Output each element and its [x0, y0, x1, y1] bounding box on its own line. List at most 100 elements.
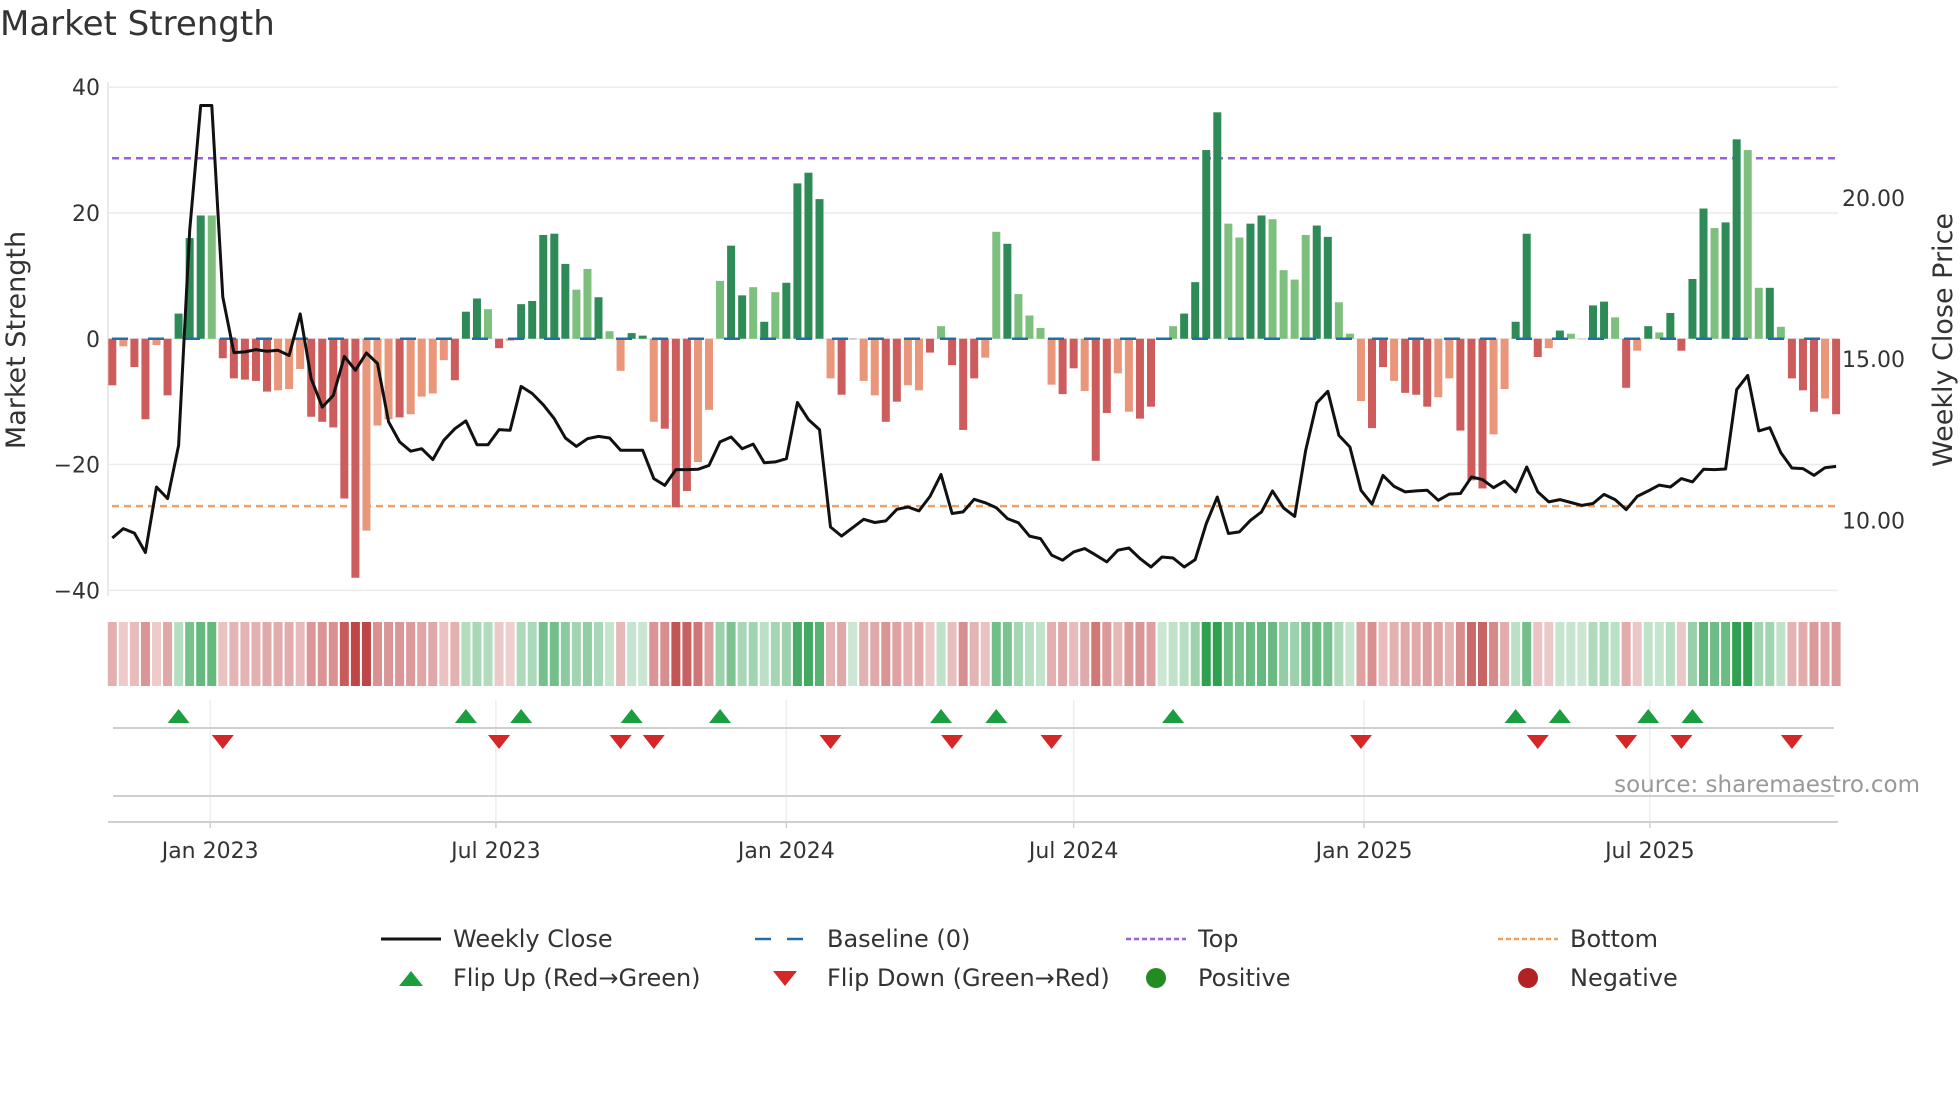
flip-down-marker — [941, 735, 964, 749]
y2-tick-label: 15.00 — [1842, 348, 1905, 373]
flip-down-marker — [211, 735, 234, 749]
strength-bar — [959, 338, 968, 430]
heat-strip-cell — [527, 622, 537, 686]
heat-strip-cell — [892, 622, 902, 686]
heat-strip-cell — [483, 622, 493, 686]
flip-up-marker — [1548, 709, 1571, 723]
flip-up-marker — [620, 709, 643, 723]
heat-strip-cell — [1047, 622, 1057, 686]
heat-strip-cell — [748, 622, 758, 686]
source-label: source: sharemaestro.com — [1614, 772, 1920, 798]
heat-strip-cell — [1312, 622, 1322, 686]
legend-label: Negative — [1570, 964, 1678, 992]
strength-bar — [1743, 150, 1752, 339]
heat-strip-cell — [980, 622, 990, 686]
x-tick-label: Jan 2023 — [160, 839, 259, 864]
strength-bar — [583, 268, 592, 339]
strength-bar — [1014, 294, 1023, 339]
flip-up-marker — [454, 709, 477, 723]
legend-down-icon — [755, 966, 815, 990]
strength-bar — [263, 338, 271, 392]
heat-strip-cell — [859, 622, 869, 686]
x-tick-label: Jul 2024 — [1027, 839, 1119, 864]
strength-bar — [815, 199, 824, 339]
heat-strip-cell — [1676, 622, 1686, 686]
heat-strip-cell — [1433, 622, 1443, 686]
strength-bar — [804, 172, 813, 339]
flip-down-marker — [1040, 735, 1063, 749]
heat-strip-cell — [616, 622, 626, 686]
strength-bar — [793, 183, 802, 339]
strength-bar — [218, 338, 227, 359]
flip-up-marker — [1504, 709, 1527, 723]
y2-tick-label: 10.00 — [1842, 509, 1905, 534]
strength-bar — [782, 282, 791, 339]
heat-strip-cell — [682, 622, 692, 686]
heat-strip-cell — [560, 622, 570, 686]
strength-bar — [1379, 338, 1388, 368]
strength-bar — [1434, 338, 1443, 398]
strength-bar — [240, 338, 249, 380]
strength-bar — [108, 338, 117, 386]
strength-bar — [495, 338, 504, 349]
x-tick-label: Jul 2025 — [1603, 839, 1695, 864]
strength-bar — [362, 338, 371, 531]
heat-strip-cell — [118, 622, 128, 686]
strength-bar — [716, 280, 725, 339]
heat-strip-cell — [826, 622, 836, 686]
legend-item-pos: Positive — [1126, 964, 1291, 992]
heat-strip-cell — [803, 622, 813, 686]
strength-bar — [1102, 338, 1111, 413]
heat-strip-cell — [627, 622, 637, 686]
heat-strip-cell — [1489, 622, 1499, 686]
heat-strip-cell — [1643, 622, 1653, 686]
strength-bar — [1710, 228, 1719, 339]
heat-strip-cell — [174, 622, 184, 686]
heat-strip-cell — [1002, 622, 1012, 686]
heat-strip-cell — [1257, 622, 1266, 686]
heat-strip-cell — [1356, 622, 1366, 686]
heat-strip-cell — [1798, 622, 1808, 686]
heat-strip-cell — [781, 622, 791, 686]
strength-bar — [1798, 338, 1807, 391]
strength-bar — [196, 215, 205, 339]
y-tick-label: 40 — [72, 76, 100, 101]
heat-strip-cell — [129, 622, 139, 686]
heat-strip-cell — [152, 622, 161, 686]
strength-bar — [1699, 208, 1708, 339]
heat-strip-cell — [1212, 622, 1222, 686]
heat-strip-cell — [273, 622, 283, 686]
heat-strip-cell — [1787, 622, 1797, 686]
strength-bar — [296, 338, 305, 369]
strength-bar — [1611, 317, 1620, 339]
heat-strip-cell — [439, 622, 449, 686]
strength-bar — [1832, 338, 1841, 415]
heat-strip-cell — [1699, 622, 1708, 686]
strength-bar — [826, 338, 835, 379]
strength-bar — [738, 295, 747, 339]
heat-strip-cell — [1223, 622, 1233, 686]
strength-bar — [1566, 333, 1575, 339]
heat-strip-cell — [936, 622, 946, 686]
flip-up-marker — [167, 709, 190, 723]
strength-bar — [693, 338, 702, 463]
strength-bar — [318, 338, 327, 422]
heat-strip-cell — [594, 622, 603, 686]
heat-strip-cell — [406, 622, 416, 686]
strength-bar — [484, 309, 492, 339]
strength-bar — [1169, 326, 1178, 339]
strength-bar — [1732, 139, 1741, 339]
strength-bar — [1600, 301, 1609, 339]
strength-bar — [1666, 312, 1675, 339]
flip-up-marker — [1681, 709, 1704, 723]
y-axis-label: Market Strength — [1, 231, 32, 449]
strength-bar — [837, 338, 846, 395]
strength-bar — [1202, 150, 1211, 339]
heat-strip-cell — [1444, 622, 1454, 686]
strength-bar — [1589, 305, 1597, 339]
heat-strip-cell — [1621, 622, 1631, 686]
heat-strip-cell — [1610, 622, 1620, 686]
heat-strip-cell — [792, 622, 802, 686]
strength-bar — [1776, 326, 1785, 339]
strength-bar — [1390, 338, 1399, 381]
